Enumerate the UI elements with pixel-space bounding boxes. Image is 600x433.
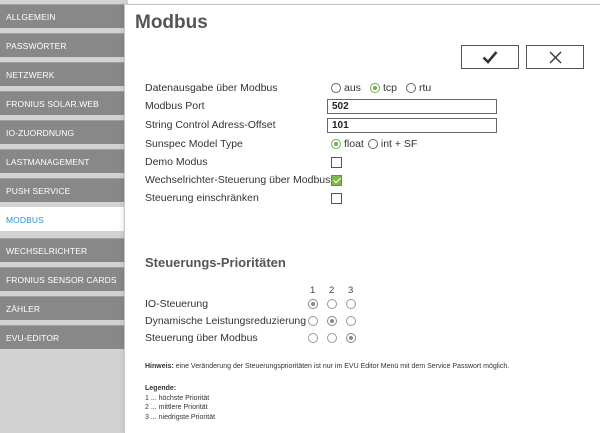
row-datenausgabe: Datenausgabe über Modbus aus tcp rtu [145, 80, 585, 96]
row-restrict: Steuerung einschränken [145, 190, 585, 206]
sidebar-item-netzwerk[interactable]: NETZWERK [0, 62, 128, 86]
sidebar-item-wechselrichter[interactable]: WECHSELRICHTER [0, 238, 128, 262]
wr-steuerung-label: Wechselrichter-Steuerung über Modbus [145, 174, 331, 186]
hint-bold: Hinweis: [145, 363, 174, 370]
prio-dyn-2[interactable] [327, 316, 337, 326]
hint-body: eine Veränderung der Steuerungspriorität… [173, 363, 510, 370]
restrict-label: Steuerung einschränken [145, 192, 259, 204]
prio-row-label: IO-Steuerung [145, 298, 209, 310]
legend: Legende: 1 ... höchste Priorität 2 ... m… [145, 384, 215, 422]
prio-io-1[interactable] [308, 299, 318, 309]
main-panel: Modbus Datenausgabe über Modbus aus tcp … [124, 4, 600, 433]
sidebar: ALLGEMEIN PASSWÖRTER NETZWERK FRONIUS SO… [0, 0, 128, 433]
row-sunspec: Sunspec Model Type float int + SF [145, 136, 585, 152]
hint-text: Hinweis: eine Veränderung der Steuerungs… [145, 363, 509, 370]
radio-rtu-label: rtu [418, 82, 432, 94]
sidebar-item-lastmanagement[interactable]: LASTMANAGEMENT [0, 149, 128, 173]
radio-int-sf[interactable] [367, 139, 378, 149]
prio-io-2[interactable] [327, 299, 337, 309]
prio-row-label: Dynamische Leistungsreduzierung [145, 315, 307, 327]
save-button[interactable] [461, 45, 519, 69]
demo-label: Demo Modus [145, 156, 208, 168]
row-wr-steuerung: Wechselrichter-Steuerung über Modbus [145, 172, 585, 188]
radio-aus[interactable] [331, 83, 341, 93]
legend-item: 1 ... höchste Priorität [145, 394, 210, 402]
prio-modbus-3[interactable] [346, 333, 356, 343]
prio-dyn-3[interactable] [346, 316, 356, 326]
legend-item: 3 ... niedrigste Priorität [145, 413, 216, 421]
radio-tcp[interactable] [369, 83, 380, 93]
close-icon [549, 51, 561, 63]
prio-io-3[interactable] [346, 299, 356, 309]
sidebar-item-fronius-solar-web[interactable]: FRONIUS SOLAR.WEB [0, 91, 128, 115]
prio-col-1: 1 [310, 285, 316, 296]
prio-dyn-1[interactable] [308, 316, 318, 326]
offset-label: String Control Adress-Offset [145, 119, 276, 131]
row-offset: String Control Adress-Offset [145, 117, 585, 133]
datenausgabe-label: Datenausgabe über Modbus [145, 82, 278, 94]
offset-input[interactable] [327, 117, 497, 133]
priorities-title: Steuerungs-Prioritäten [145, 255, 286, 270]
demo-checkbox[interactable] [331, 156, 342, 168]
sunspec-radio-group: float int + SF [331, 136, 426, 152]
sunspec-label: Sunspec Model Type [145, 138, 243, 150]
prio-col-2: 2 [329, 285, 335, 296]
prio-modbus-1[interactable] [308, 333, 318, 343]
legend-item: 2 ... mittlere Priorität [145, 404, 208, 411]
sidebar-item-modbus[interactable]: MODBUS [0, 207, 128, 231]
prio-row-label: Steuerung über Modbus [145, 332, 258, 344]
sidebar-item-fronius-sensor-cards[interactable]: FRONIUS SENSOR CARDS [0, 267, 128, 291]
wr-steuerung-checkbox[interactable] [331, 174, 342, 186]
row-port: Modbus Port [145, 98, 585, 114]
legend-title: Legende: [145, 385, 177, 392]
prio-col-3: 3 [348, 285, 354, 296]
prio-row-dyn: Dynamische Leistungsreduzierung [145, 313, 585, 329]
radio-int-sf-label: int + SF [380, 138, 418, 150]
page-title: Modbus [135, 12, 208, 33]
radio-float-label: float [344, 138, 364, 150]
port-input[interactable] [327, 98, 497, 114]
sidebar-item-passwoerter[interactable]: PASSWÖRTER [0, 33, 128, 57]
radio-rtu[interactable] [405, 83, 416, 93]
prio-modbus-2[interactable] [327, 333, 337, 343]
radio-tcp-label: tcp [382, 82, 397, 94]
checkmark-icon [482, 51, 498, 64]
prio-row-modbus: Steuerung über Modbus [145, 330, 585, 346]
sidebar-item-allgemein[interactable]: ALLGEMEIN [0, 4, 128, 28]
sidebar-item-io-zuordnung[interactable]: IO-ZUORDNUNG [0, 120, 128, 144]
radio-aus-label: aus [344, 82, 361, 94]
sidebar-item-evu-editor[interactable]: EVU-EDITOR [0, 325, 128, 349]
prio-row-io: IO-Steuerung [145, 296, 585, 312]
radio-float[interactable] [331, 139, 341, 149]
port-label: Modbus Port [145, 100, 205, 112]
cancel-button[interactable] [526, 45, 584, 69]
sidebar-item-push-service[interactable]: PUSH SERVICE [0, 178, 128, 202]
restrict-checkbox[interactable] [331, 192, 342, 204]
datenausgabe-radio-group: aus tcp rtu [331, 80, 440, 96]
row-demo: Demo Modus [145, 154, 585, 170]
sidebar-item-zaehler[interactable]: ZÄHLER [0, 296, 128, 320]
